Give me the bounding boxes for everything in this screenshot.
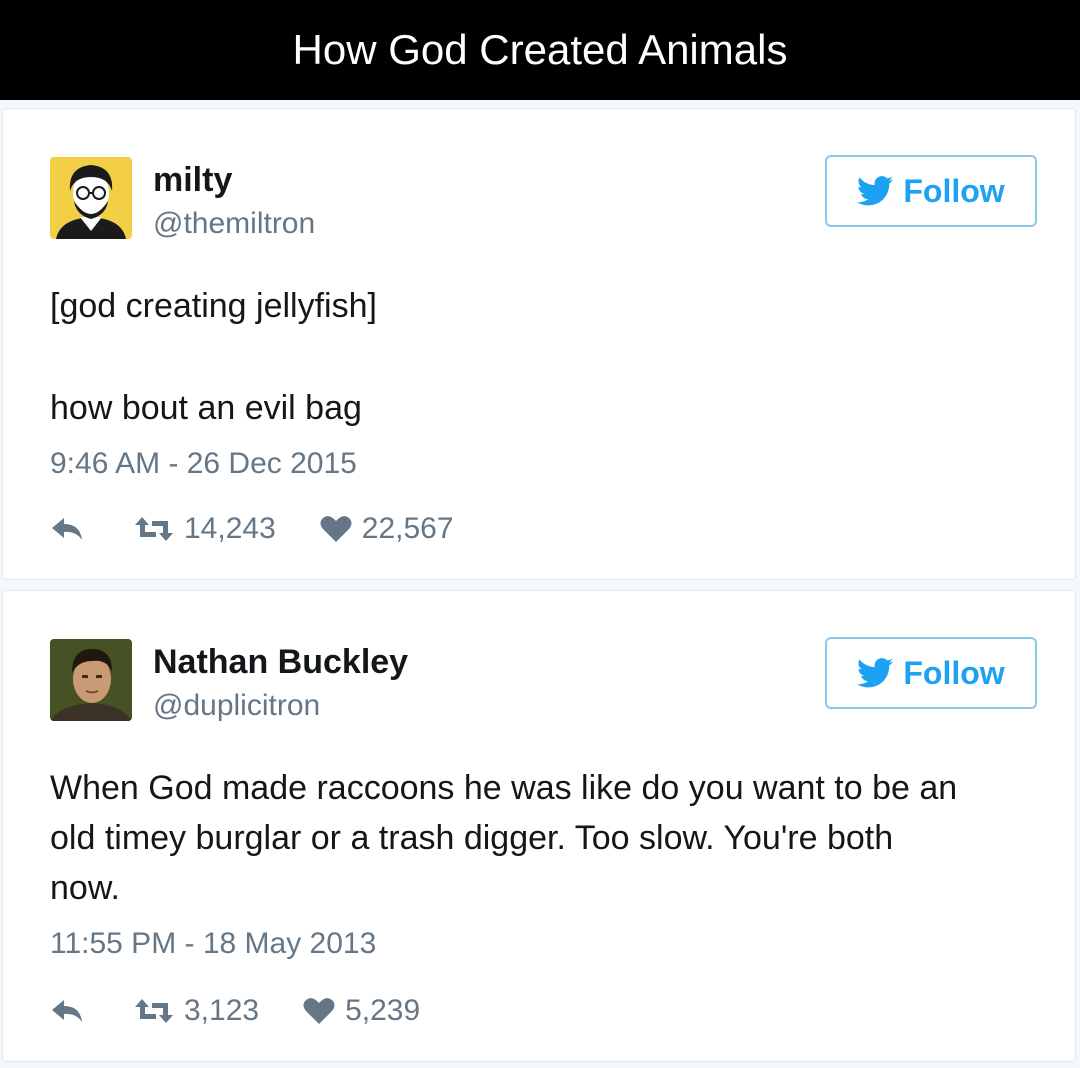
retweet-button[interactable]: 14,243 [134,512,276,546]
display-name[interactable]: milty [153,161,232,200]
heart-icon [320,516,352,542]
page-title-bar: How God Created Animals [0,0,1080,100]
tweet-text-line: old timey burglar or a trash digger. Too… [50,819,894,857]
user-handle[interactable]: @themiltron [153,207,315,241]
tweet-card: Nathan Buckley @duplicitron Follow When … [2,590,1076,1062]
reply-icon [52,518,82,540]
tweet-text-line: how bout an evil bag [50,389,362,427]
avatar[interactable] [50,639,132,721]
tweet-actions: 14,243 22,567 [50,509,454,549]
display-name[interactable]: Nathan Buckley [153,643,408,682]
tweet-text-line: When God made raccoons he was like do yo… [50,769,958,807]
avatar[interactable] [50,157,132,239]
tweet-actions: 3,123 5,239 [50,991,420,1031]
tweet-text-line: [god creating jellyfish] [50,287,377,325]
retweet-button[interactable]: 3,123 [134,994,259,1028]
retweet-count: 3,123 [184,994,260,1027]
retweet-icon [135,517,173,541]
reply-icon [52,1000,82,1022]
twitter-bird-icon [857,176,894,206]
retweet-icon [135,999,173,1023]
follow-label: Follow [903,172,1005,209]
retweet-count: 14,243 [184,512,276,545]
like-button[interactable]: 5,239 [303,994,420,1028]
heart-icon [303,998,335,1024]
tweet-text-line: now. [50,869,120,907]
tweet-card: milty @themiltron Follow [god creating j… [2,108,1076,580]
follow-button[interactable]: Follow [825,637,1037,709]
page-title: How God Created Animals [292,26,788,73]
reply-button[interactable] [50,998,84,1024]
tweet-timestamp[interactable]: 11:55 PM - 18 May 2013 [50,927,376,961]
twitter-bird-icon [857,658,894,688]
follow-button[interactable]: Follow [825,155,1037,227]
follow-label: Follow [903,654,1005,691]
tweet-timestamp[interactable]: 9:46 AM - 26 Dec 2015 [50,447,357,481]
like-count: 22,567 [361,512,454,545]
like-button[interactable]: 22,567 [320,512,454,546]
like-count: 5,239 [345,994,421,1027]
user-handle[interactable]: @duplicitron [153,689,320,723]
reply-button[interactable] [50,516,84,542]
